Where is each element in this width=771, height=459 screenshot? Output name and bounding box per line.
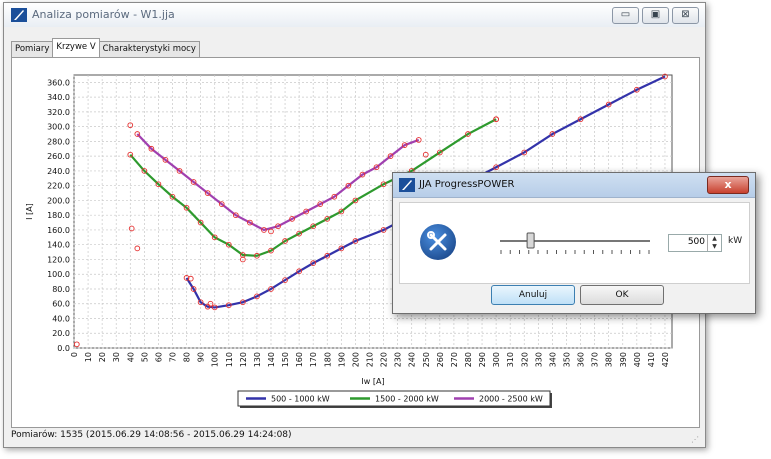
tab-charakterystyki-mocy[interactable]: Charakterystyki mocy	[98, 41, 200, 57]
tab-pomiary[interactable]: Pomiary	[11, 41, 54, 57]
x-tick-label: 420	[661, 352, 670, 367]
x-tick-label: 30	[112, 352, 121, 362]
cancel-button[interactable]: Anuluj	[491, 285, 575, 305]
x-tick-label: 80	[183, 352, 192, 362]
x-tick-label: 120	[239, 352, 248, 367]
x-tick-label: 310	[506, 352, 515, 367]
x-tick-label: 270	[450, 352, 459, 367]
y-tick-label: 100.0	[47, 270, 70, 279]
x-tick-label: 340	[548, 352, 557, 367]
x-tick-label: 240	[408, 352, 417, 367]
x-tick-label: 50	[140, 352, 149, 362]
x-tick-label: 360	[577, 352, 586, 367]
y-tick-label: 320.0	[47, 108, 70, 117]
app-logo-icon	[399, 178, 415, 192]
power-slider[interactable]	[500, 229, 650, 259]
x-tick-label: 400	[633, 352, 642, 367]
x-tick-label: 140	[267, 352, 276, 367]
x-tick-label: 380	[605, 352, 614, 367]
x-tick-label: 210	[365, 352, 374, 367]
dialog-title-bar[interactable]: JJA ProgressPOWER x	[393, 173, 755, 198]
x-tick-label: 330	[534, 352, 543, 367]
x-tick-label: 200	[351, 352, 360, 367]
x-tick-label: 220	[380, 352, 389, 367]
y-tick-label: 140.0	[47, 241, 70, 250]
x-tick-label: 190	[337, 352, 346, 367]
x-tick-label: 250	[422, 352, 431, 367]
y-tick-label: 260.0	[47, 152, 70, 161]
title-bar[interactable]: Analiza pomiarów - W1.jja ▭ ▣ ⊠	[4, 3, 705, 27]
x-tick-label: 290	[478, 352, 487, 367]
y-tick-label: 160.0	[47, 226, 70, 235]
legend-label: 500 - 1000 kW	[271, 395, 330, 404]
tab-krzywe-v[interactable]: Krzywe V	[52, 38, 100, 57]
x-tick-label: 370	[591, 352, 600, 367]
y-tick-label: 300.0	[47, 123, 70, 132]
y-tick-label: 200.0	[47, 196, 70, 205]
x-tick-label: 0	[70, 352, 79, 357]
y-tick-label: 280.0	[47, 137, 70, 146]
x-tick-label: 230	[394, 352, 403, 367]
close-button[interactable]: ⊠	[672, 7, 699, 24]
legend-label: 2000 - 2500 kW	[479, 395, 543, 404]
x-tick-label: 280	[464, 352, 473, 367]
resize-grip-icon[interactable]: ⋰	[691, 435, 699, 444]
x-tick-label: 260	[436, 352, 445, 367]
tools-icon	[420, 224, 456, 260]
y-tick-label: 340.0	[47, 93, 70, 102]
tab-strip: Pomiary Krzywe V Charakterystyki mocy	[11, 38, 200, 57]
x-tick-label: 150	[281, 352, 290, 367]
x-axis-label: Iw [A]	[361, 377, 384, 386]
x-tick-label: 90	[197, 352, 206, 362]
dialog-body: 500 ▲ ▼ kW	[399, 202, 750, 284]
minimize-button[interactable]: ▭	[612, 7, 639, 24]
y-tick-label: 0.0	[57, 344, 70, 353]
x-tick-label: 300	[492, 352, 501, 367]
y-tick-label: 80.0	[52, 285, 70, 294]
x-tick-label: 170	[309, 352, 318, 367]
x-tick-label: 110	[225, 352, 234, 367]
y-tick-label: 360.0	[47, 78, 70, 87]
dialog-title: JJA ProgressPOWER	[419, 179, 515, 190]
maximize-button[interactable]: ▣	[642, 7, 669, 24]
spin-arrows-icon[interactable]: ▲ ▼	[707, 235, 721, 251]
x-tick-label: 320	[520, 352, 529, 367]
slider-thumb[interactable]	[526, 232, 535, 249]
power-value-field[interactable]: 500 ▲ ▼	[668, 234, 722, 252]
y-tick-label: 60.0	[52, 300, 70, 309]
y-tick-label: 220.0	[47, 182, 70, 191]
window-title: Analiza pomiarów - W1.jja	[32, 8, 175, 21]
status-bar-text: Pomiarów: 1535 (2015.06.29 14:08:56 - 20…	[11, 430, 292, 440]
x-tick-label: 350	[562, 352, 571, 367]
x-tick-label: 20	[98, 352, 107, 362]
y-tick-label: 40.0	[52, 314, 70, 323]
x-tick-label: 70	[168, 352, 177, 362]
ok-button[interactable]: OK	[580, 285, 664, 305]
x-tick-label: 180	[323, 352, 332, 367]
y-tick-label: 120.0	[47, 255, 70, 264]
x-tick-label: 390	[619, 352, 628, 367]
x-tick-label: 60	[154, 352, 163, 362]
x-tick-label: 10	[84, 352, 93, 362]
x-tick-label: 410	[647, 352, 656, 367]
x-tick-label: 100	[211, 352, 220, 367]
x-tick-label: 130	[253, 352, 262, 367]
progress-power-dialog: JJA ProgressPOWER x 500 ▲ ▼ kW Anuluj OK	[392, 172, 756, 314]
y-tick-label: 20.0	[52, 329, 70, 338]
x-tick-label: 160	[295, 352, 304, 367]
power-value: 500	[687, 237, 705, 247]
dialog-close-button[interactable]: x	[707, 176, 749, 194]
legend-label: 1500 - 2000 kW	[375, 395, 439, 404]
y-axis-label: I [A]	[25, 203, 34, 220]
x-tick-label: 40	[126, 352, 135, 362]
power-unit-label: kW	[728, 236, 743, 246]
app-logo-icon	[11, 8, 27, 22]
y-tick-label: 180.0	[47, 211, 70, 220]
y-tick-label: 240.0	[47, 167, 70, 176]
